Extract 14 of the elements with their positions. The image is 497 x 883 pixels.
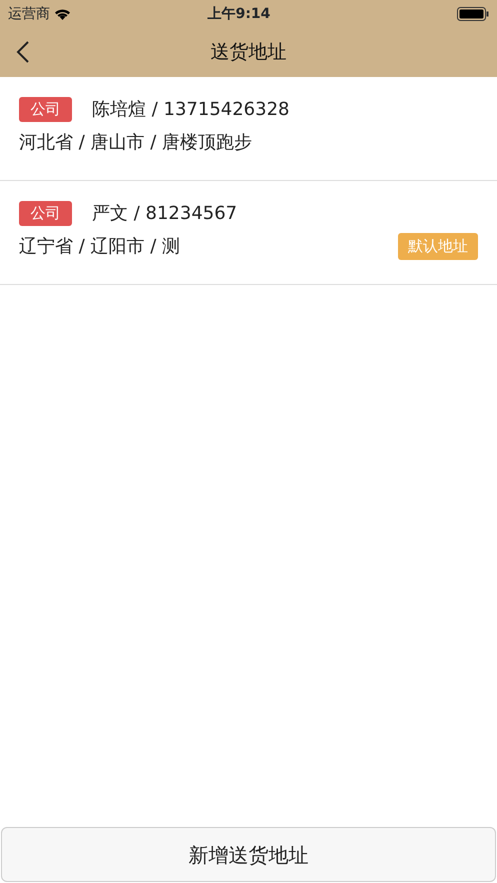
add-address-button[interactable]: 新增送货地址 xyxy=(1,827,496,882)
battery-icon xyxy=(457,7,489,21)
contact-text: 陈培煊 / 13715426328 xyxy=(92,98,290,122)
wifi-icon xyxy=(54,8,71,20)
clock-label: 上午9:14 xyxy=(206,4,272,24)
back-icon[interactable] xyxy=(16,41,30,63)
carrier-label: 运营商 xyxy=(8,4,50,24)
contact-text: 严文 / 81234567 xyxy=(92,202,238,226)
address-text: 辽宁省 / 辽阳市 / 测 xyxy=(19,235,180,259)
category-tag: 公司 xyxy=(19,201,72,226)
address-text: 河北省 / 唐山市 / 唐楼顶跑步 xyxy=(19,131,252,155)
category-tag: 公司 xyxy=(19,97,72,122)
default-tag: 默认地址 xyxy=(398,233,478,260)
page-title: 送货地址 xyxy=(210,40,286,66)
